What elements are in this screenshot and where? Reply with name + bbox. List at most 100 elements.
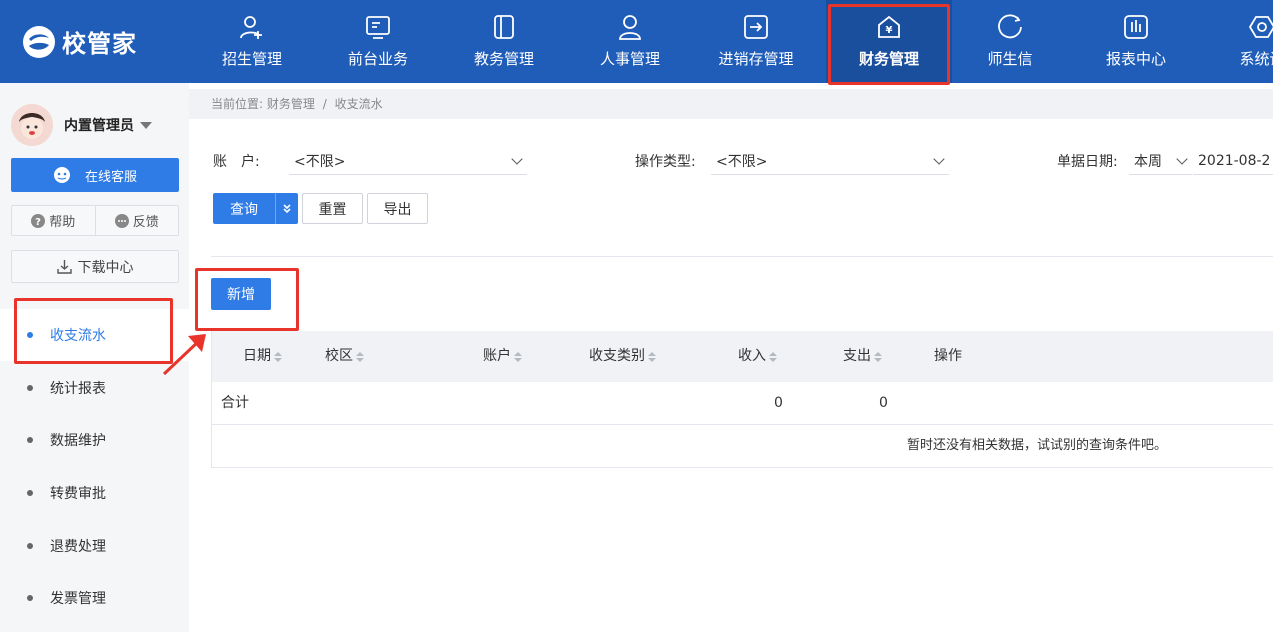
- date-range-select[interactable]: 本周: [1129, 147, 1192, 175]
- sort-icon: [874, 351, 882, 362]
- sidebar-item-label: 退费处理: [50, 539, 106, 555]
- annotation-highlight-add: [195, 268, 299, 331]
- book-icon: [494, 15, 514, 39]
- empty-message: 暂时还没有相关数据，试试别的查询条件吧。: [907, 438, 1168, 453]
- total-income: 0: [774, 395, 783, 411]
- table-total-row: 合计 0 0: [212, 382, 1273, 425]
- operation-type-select[interactable]: <不限>: [711, 147, 949, 175]
- nav-academic[interactable]: 教务管理: [441, 0, 567, 83]
- total-expense: 0: [879, 395, 888, 411]
- column-header-category[interactable]: 收支类别: [589, 331, 656, 382]
- nav-messages[interactable]: 师生信: [947, 0, 1073, 83]
- column-header-date[interactable]: 日期: [243, 331, 282, 382]
- sidebar-item-data-maintenance[interactable]: 数据维护: [0, 414, 189, 466]
- date-start-input[interactable]: 2021-08-2: [1193, 147, 1273, 175]
- sort-icon: [356, 351, 364, 362]
- breadcrumb-finance[interactable]: 财务管理: [267, 97, 315, 111]
- sidebar-item-label: 数据维护: [50, 433, 106, 449]
- operation-type-select-value: <不限>: [716, 153, 768, 170]
- annotation-arrow-icon: [162, 334, 206, 376]
- top-navbar: 校管家 招生管理 前台业务 教务管理 人事管理 进销存管理 ¥ 财务管理 师生信…: [0, 0, 1273, 83]
- avatar-image: [11, 104, 53, 146]
- nav-inventory[interactable]: 进销存管理: [693, 0, 819, 83]
- online-service-button[interactable]: 在线客服: [11, 158, 179, 192]
- app-root: 校管家 招生管理 前台业务 教务管理 人事管理 进销存管理 ¥ 财务管理 师生信…: [0, 0, 1273, 632]
- table-header: 日期 校区 账户 收支类别 收入 支出 操作: [212, 331, 1273, 382]
- account-select[interactable]: <不限>: [289, 147, 527, 175]
- bullet-icon: [27, 385, 33, 391]
- ledger-table: 日期 校区 账户 收支类别 收入 支出 操作 合计 0 0 暂时还没有相关数据，…: [211, 331, 1273, 468]
- column-header-label: 校区: [325, 348, 353, 364]
- person-icon: [619, 15, 641, 40]
- query-split-button: 查询: [213, 193, 298, 224]
- user-profile[interactable]: 内置管理员: [11, 104, 152, 146]
- sort-icon: [274, 351, 282, 362]
- operation-type-label: 操作类型:: [635, 154, 696, 170]
- help-feedback-row: ? 帮助 反馈: [11, 205, 179, 236]
- chevron-down-icon: [511, 153, 523, 165]
- column-header-income[interactable]: 收入: [738, 331, 777, 382]
- annotation-highlight-menu: [14, 298, 173, 364]
- question-icon: ?: [31, 213, 46, 228]
- sidebar-item-invoice[interactable]: 发票管理: [0, 572, 189, 624]
- sidebar-item-transfer-approval[interactable]: 转费审批: [0, 467, 189, 519]
- breadcrumb-current: 收支流水: [334, 97, 383, 111]
- feedback-label: 反馈: [132, 215, 159, 230]
- column-header-actions: 操作: [934, 331, 962, 382]
- bar-chart-icon: [1124, 15, 1148, 39]
- breadcrumb: 当前位置: 财务管理 / 收支流水: [189, 89, 1273, 119]
- nav-settings[interactable]: 系统设: [1199, 0, 1273, 83]
- bullet-icon: [27, 595, 33, 601]
- bullet-icon: [27, 437, 33, 443]
- chevron-down-icon: [1176, 153, 1188, 165]
- help-label: 帮助: [49, 215, 76, 230]
- bullet-icon: [27, 490, 33, 496]
- download-center-button[interactable]: 下载中心: [11, 250, 179, 283]
- annotation-highlight-finance: [828, 4, 950, 85]
- nav-recruit[interactable]: 招生管理: [189, 0, 315, 83]
- logo-text: 校管家: [62, 30, 137, 58]
- export-button[interactable]: 导出: [367, 193, 428, 224]
- sidebar-item-refund[interactable]: 退费处理: [0, 520, 189, 572]
- dropdown-caret-icon[interactable]: [140, 121, 152, 129]
- inventory-icon: [744, 15, 768, 39]
- date-range-value: 本周: [1134, 153, 1162, 170]
- sidebar-item-label: 统计报表: [50, 381, 106, 397]
- help-button[interactable]: ? 帮助: [12, 206, 95, 235]
- column-header-label: 收入: [738, 348, 766, 364]
- bullet-icon: [27, 543, 33, 549]
- query-button[interactable]: 查询: [213, 193, 275, 224]
- svg-text:?: ?: [35, 217, 41, 228]
- nav-hr[interactable]: 人事管理: [567, 0, 693, 83]
- nav-front-desk[interactable]: 前台业务: [315, 0, 441, 83]
- section-divider: [211, 256, 1273, 257]
- column-header-label: 账户: [483, 348, 511, 364]
- doc-date-label: 单据日期:: [1057, 154, 1118, 170]
- chat-icon: [998, 14, 1022, 39]
- breadcrumb-prefix: 当前位置:: [211, 97, 264, 111]
- column-header-label: 支出: [843, 348, 871, 364]
- settings-icon: [1249, 16, 1273, 38]
- account-label: 账 户:: [213, 154, 260, 170]
- column-header-expense[interactable]: 支出: [843, 331, 882, 382]
- sort-icon: [769, 351, 777, 362]
- feedback-button[interactable]: 反馈: [94, 206, 179, 235]
- download-icon: [56, 260, 72, 274]
- avatar: [11, 104, 53, 146]
- online-service-label: 在线客服: [84, 169, 137, 185]
- column-header-label: 操作: [934, 348, 962, 364]
- chevron-down-icon: [933, 153, 945, 165]
- sidebar-item-label: 发票管理: [50, 591, 106, 607]
- nav-reports[interactable]: 报表中心: [1073, 0, 1199, 83]
- user-plus-icon: [240, 16, 262, 39]
- reset-button[interactable]: 重置: [302, 193, 363, 224]
- total-label: 合计: [221, 395, 249, 411]
- table-empty-row: 暂时还没有相关数据，试试别的查询条件吧。: [212, 425, 1273, 468]
- column-header-account[interactable]: 账户: [483, 331, 522, 382]
- query-dropdown-toggle[interactable]: [275, 193, 298, 224]
- feedback-icon: [114, 213, 129, 228]
- sidebar-item-label: 转费审批: [50, 486, 106, 502]
- service-chat-icon: [53, 167, 70, 183]
- column-header-campus[interactable]: 校区: [325, 331, 364, 382]
- sort-icon: [648, 351, 656, 362]
